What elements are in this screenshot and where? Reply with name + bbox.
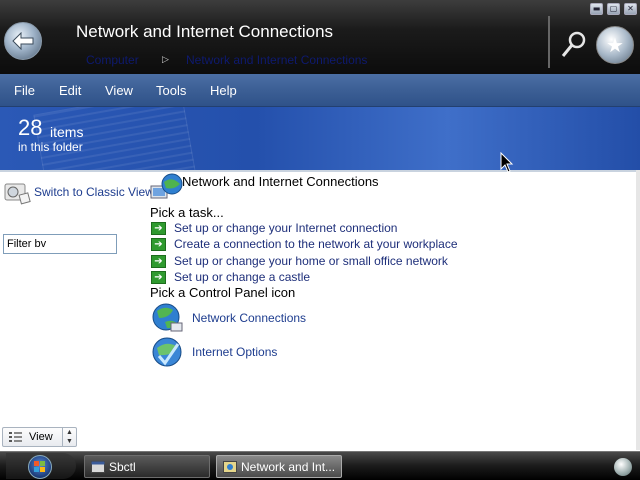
back-arrow-icon	[12, 32, 34, 50]
start-button[interactable]	[6, 453, 76, 479]
taskbar-item-sbctl[interactable]: Sbctl	[84, 455, 210, 478]
view-list-icon	[9, 432, 22, 442]
title-divider	[548, 16, 550, 68]
category-title: Network and Internet Connections	[182, 174, 379, 189]
network-category-icon	[150, 173, 183, 199]
content-area	[0, 170, 638, 450]
task-label: Set up or change your Internet connectio…	[174, 221, 398, 235]
taskbar-item-label: Network and Int...	[241, 459, 336, 474]
task-label: Set up or change your home or small offi…	[174, 254, 448, 268]
menu-bar: File Edit View Tools Help	[0, 74, 640, 107]
close-button[interactable]: ✕	[624, 3, 637, 15]
menu-tools[interactable]: Tools	[156, 83, 186, 98]
control-panel-icon	[223, 460, 237, 473]
explorer-window: Network and Internet Connections Compute…	[0, 0, 640, 480]
menu-help[interactable]: Help	[210, 83, 237, 98]
maximize-button[interactable]: ▢	[607, 3, 620, 15]
cp-item-label: Network Connections	[192, 311, 307, 325]
window-title: Network and Internet Connections	[76, 22, 334, 41]
search-icon	[561, 31, 586, 57]
menu-file[interactable]: File	[14, 83, 35, 98]
scrollbar[interactable]	[636, 170, 640, 450]
task-workplace-connection[interactable]: ➔ Create a connection to the network at …	[151, 237, 458, 251]
menu-view[interactable]: View	[105, 83, 133, 98]
favorites-button[interactable]: ★	[596, 26, 634, 64]
back-button[interactable]	[4, 22, 42, 60]
pick-icon-heading: Pick a Control Panel icon	[150, 285, 296, 300]
task-castle[interactable]: ➔ Set up or change a castle	[151, 270, 310, 284]
green-arrow-icon: ➔	[151, 270, 166, 284]
task-label: Create a connection to the network at yo…	[174, 237, 458, 251]
breadcrumb-item-computer[interactable]: Computer	[86, 53, 156, 67]
control-panel-icon	[4, 183, 31, 205]
network-globe-icon	[152, 303, 183, 332]
search-button[interactable]	[560, 30, 588, 60]
cp-item-label: Internet Options	[192, 345, 278, 359]
taskbar-item-label: Sbctl	[109, 459, 136, 474]
task-home-network[interactable]: ➔ Set up or change your home or small of…	[151, 254, 448, 268]
internet-options-item[interactable]: Internet Options	[151, 336, 277, 368]
switch-classic-view-label: Switch to Classic View	[34, 185, 154, 199]
filter-input[interactable]	[3, 234, 117, 254]
windows-logo-icon	[28, 455, 52, 479]
category-header	[150, 172, 184, 206]
minimize-button[interactable]: ▬	[590, 3, 603, 15]
item-count-subtitle: in this folder	[18, 140, 83, 154]
taskbar: Sbctl Network and Int...	[0, 451, 640, 480]
view-button[interactable]: View ▲ ▼	[2, 427, 77, 447]
item-count-label: items	[50, 124, 84, 140]
internet-options-icon	[152, 337, 182, 367]
task-label: Set up or change a castle	[174, 270, 311, 284]
window-icon	[91, 460, 105, 473]
taskbar-item-network[interactable]: Network and Int...	[216, 455, 342, 478]
view-spinner[interactable]: ▲ ▼	[62, 428, 76, 446]
title-bar: Network and Internet Connections Compute…	[0, 0, 640, 74]
mouse-cursor-icon	[500, 152, 514, 173]
green-arrow-icon: ➔	[151, 221, 166, 235]
pick-task-heading: Pick a task...	[150, 205, 224, 220]
breadcrumb-item-current[interactable]: Network and Internet Connections	[186, 53, 367, 67]
tray-icon[interactable]	[614, 458, 632, 476]
view-label: View	[29, 431, 53, 443]
star-icon: ★	[606, 33, 624, 57]
folder-info-band	[0, 107, 640, 170]
task-internet-connection[interactable]: ➔ Set up or change your Internet connect…	[151, 221, 397, 235]
switch-classic-view-link[interactable]: Switch to Classic View	[2, 178, 154, 206]
network-connections-item[interactable]: Network Connections	[151, 302, 306, 334]
breadcrumb-separator-icon[interactable]: ▷	[162, 54, 169, 65]
item-count: 28	[18, 115, 43, 140]
green-arrow-icon: ➔	[151, 237, 166, 251]
green-arrow-icon: ➔	[151, 254, 166, 268]
menu-edit[interactable]: Edit	[59, 83, 81, 98]
